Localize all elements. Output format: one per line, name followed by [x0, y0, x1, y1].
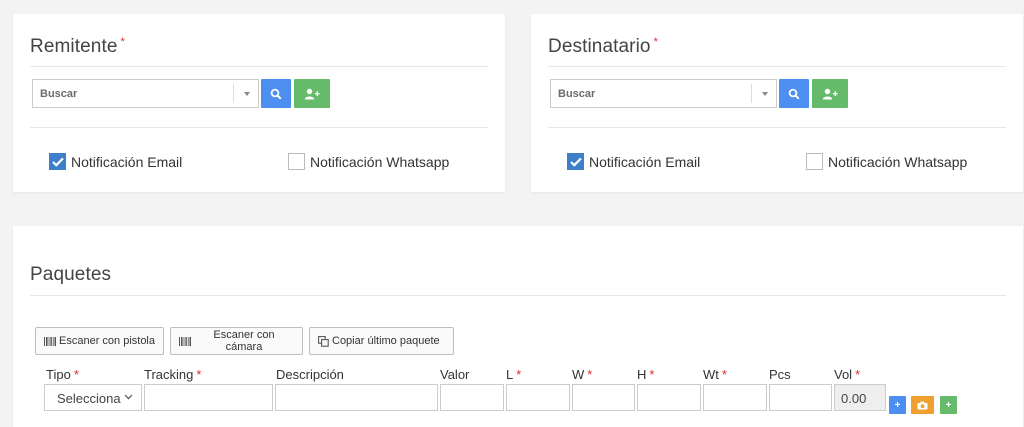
- copy-icon: [318, 335, 329, 347]
- required-mark: *: [120, 36, 125, 48]
- user-plus-icon: [822, 88, 838, 99]
- col-header-tipo: Tipo *: [46, 367, 79, 382]
- remitente-title: Remitente *: [30, 36, 125, 57]
- search-icon: [788, 88, 800, 100]
- col-header-pcs: Pcs: [769, 367, 791, 382]
- check-icon: [569, 157, 582, 167]
- scan-camera-label: Escaner con cámara: [213, 329, 275, 353]
- tipo-select[interactable]: Selecciona: [44, 384, 142, 411]
- divider: [30, 66, 488, 67]
- search-placeholder: Buscar: [558, 88, 596, 100]
- destinatario-card: Destinatario * Buscar Notificación Email …: [531, 14, 1023, 192]
- scan-gun-button[interactable]: Escaner con pistola: [35, 327, 164, 355]
- col-header-wt: Wt *: [703, 367, 727, 382]
- divider: [548, 66, 1006, 67]
- remitente-notify-email[interactable]: Notificación Email: [49, 153, 182, 170]
- destinatario-search-button[interactable]: [779, 79, 809, 108]
- notify-whatsapp-label: Notificación Whatsapp: [828, 153, 968, 170]
- tracking-input[interactable]: [144, 384, 273, 411]
- chevron-down-icon: [124, 394, 133, 400]
- caret-down-icon: [762, 92, 768, 96]
- col-header-valor: Valor: [440, 367, 470, 382]
- descripcion-input[interactable]: [275, 384, 438, 411]
- col-header-l: L *: [506, 367, 522, 382]
- add-item-button[interactable]: +: [940, 396, 957, 414]
- copy-last-package-button[interactable]: Copiar último paquete: [309, 327, 454, 355]
- destinatario-search-select[interactable]: Buscar: [550, 79, 777, 108]
- search-icon: [270, 88, 282, 100]
- add-row-button[interactable]: +: [889, 396, 906, 414]
- col-header-descripcion: Descripción: [276, 367, 344, 382]
- checkbox-checked[interactable]: [49, 153, 66, 170]
- col-header-h: H *: [637, 367, 655, 382]
- notify-whatsapp-label: Notificación Whatsapp: [310, 153, 450, 170]
- notify-email-label: Notificación Email: [71, 153, 183, 170]
- remitente-card: Remitente * Buscar Notificación Email Not…: [13, 14, 505, 192]
- user-plus-icon: [304, 88, 320, 99]
- weight-input[interactable]: [703, 384, 767, 411]
- height-input[interactable]: [637, 384, 701, 411]
- copy-last-label: Copiar último paquete: [332, 335, 440, 347]
- camera-icon: [917, 401, 928, 409]
- width-input[interactable]: [572, 384, 635, 411]
- col-header-vol: Vol *: [834, 367, 861, 382]
- destinatario-add-user-button[interactable]: [812, 79, 848, 108]
- remitente-add-user-button[interactable]: [294, 79, 330, 108]
- checkbox-checked[interactable]: [567, 153, 584, 170]
- checkbox-unchecked[interactable]: [806, 153, 823, 170]
- photo-button[interactable]: [911, 396, 934, 414]
- volume-value: 0.00: [841, 391, 867, 406]
- valor-input[interactable]: [440, 384, 504, 411]
- divider: [30, 295, 1006, 296]
- length-input[interactable]: [506, 384, 570, 411]
- destinatario-title: Destinatario *: [548, 36, 658, 57]
- barcode-icon: [179, 336, 191, 346]
- remitente-search-button[interactable]: [261, 79, 291, 108]
- required-mark: *: [653, 36, 658, 48]
- caret-down-icon: [244, 92, 250, 96]
- checkbox-unchecked[interactable]: [288, 153, 305, 170]
- remitente-notify-whatsapp[interactable]: Notificación Whatsapp: [288, 153, 449, 170]
- col-header-tracking: Tracking *: [144, 367, 202, 382]
- scan-gun-label: Escaner con pistola: [59, 335, 155, 347]
- paquetes-title: Paquetes: [30, 264, 112, 285]
- volume-input[interactable]: 0.00: [834, 384, 886, 411]
- check-icon: [51, 157, 64, 167]
- scan-camera-button[interactable]: Escaner con cámara: [170, 327, 303, 355]
- remitente-search-select[interactable]: Buscar: [32, 79, 259, 108]
- notify-email-label: Notificación Email: [589, 153, 701, 170]
- divider: [548, 127, 1006, 128]
- pieces-input[interactable]: [769, 384, 832, 411]
- destinatario-notify-email[interactable]: Notificación Email: [567, 153, 700, 170]
- destinatario-notify-whatsapp[interactable]: Notificación Whatsapp: [806, 153, 967, 170]
- search-placeholder: Buscar: [40, 88, 78, 100]
- paquetes-card: Paquetes Escaner con pistola Escaner con…: [13, 226, 1023, 427]
- col-header-w: W *: [572, 367, 593, 382]
- barcode-icon: [44, 336, 56, 346]
- divider: [30, 127, 488, 128]
